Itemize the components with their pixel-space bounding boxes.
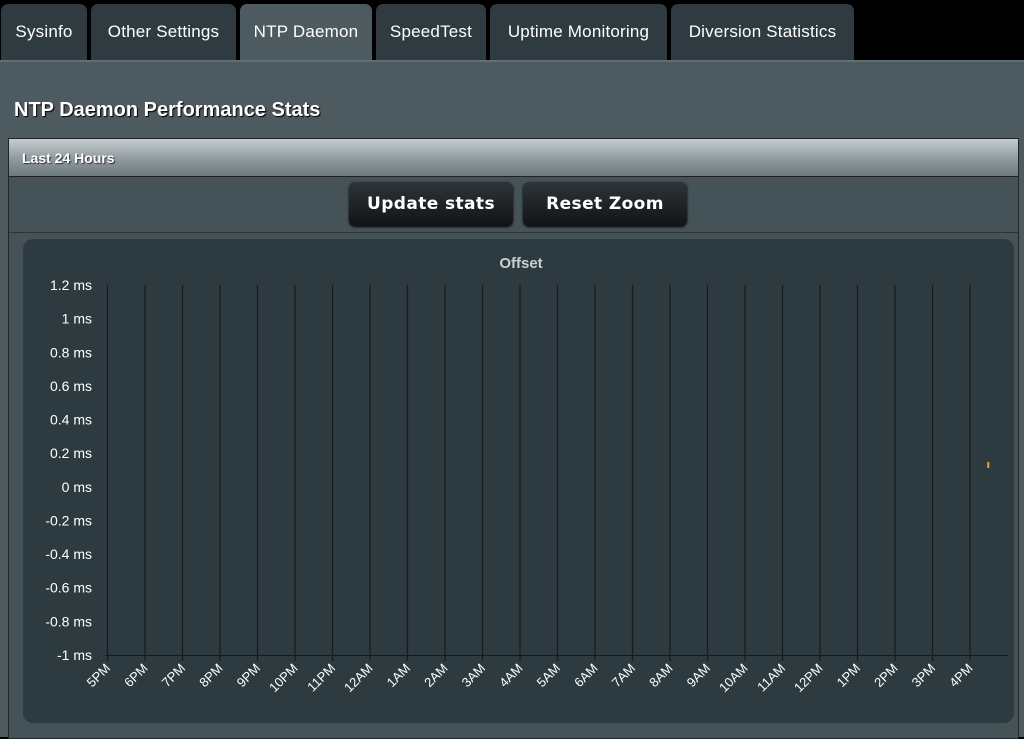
x-tick-label: 9AM <box>684 661 714 691</box>
y-tick-label: -0.2 ms <box>45 512 92 528</box>
x-tick-label: 12AM <box>341 661 376 696</box>
reset-zoom-button[interactable]: Reset Zoom <box>523 182 687 226</box>
y-tick-label: 0.6 ms <box>50 378 92 394</box>
y-tick-label: -0.4 ms <box>45 546 92 562</box>
page-title: NTP Daemon Performance Stats <box>14 99 321 121</box>
update-stats-button[interactable]: Update stats <box>349 182 513 226</box>
x-tick-label: 1AM <box>384 661 414 691</box>
x-tick-label: 11PM <box>304 661 338 695</box>
y-tick-label: 1.2 ms <box>50 277 92 293</box>
offset-chart[interactable]: Offset 1.2 ms 1 ms 0.8 ms 0.6 ms 0.4 ms 0.2 ms… <box>23 239 1014 723</box>
y-tick-label: -0.6 ms <box>45 580 92 596</box>
chart-title: Offset <box>499 255 542 272</box>
x-tick-label: 9PM <box>234 661 264 691</box>
x-tick-label: 10PM <box>266 661 301 696</box>
tab-other-settings[interactable]: Other Settings <box>91 4 236 60</box>
offset-chart-container[interactable]: Offset 1.2 ms 1 ms 0.8 ms 0.6 ms 0.4 ms 0.2 ms… <box>23 239 1014 723</box>
y-tick-label: -1 ms <box>57 647 92 663</box>
section-title: Last 24 Hours <box>22 150 115 166</box>
tab-uptime-monitoring[interactable]: Uptime Monitoring <box>490 4 667 60</box>
x-tick-label: 2AM <box>421 661 451 691</box>
y-tick-label: 0.2 ms <box>50 445 92 461</box>
y-tick-label: 0.8 ms <box>50 344 92 360</box>
y-tick-label: 1 ms <box>62 311 92 327</box>
x-tick-label: 7PM <box>159 661 189 691</box>
main-panel: NTP Daemon Performance Stats Last 24 Hou… <box>0 60 1024 739</box>
x-tick-label: 2PM <box>871 661 901 691</box>
stats-section: Last 24 Hours Update stats Reset Zoom Of… <box>8 138 1019 739</box>
section-header: Last 24 Hours <box>9 139 1018 177</box>
tab-bar: Sysinfo Other Settings NTP Daemon SpeedT… <box>0 0 1024 60</box>
tab-diversion-statistics[interactable]: Diversion Statistics <box>671 4 854 60</box>
x-tick-label: 5AM <box>534 661 564 691</box>
y-tick-label: 0 ms <box>62 479 92 495</box>
x-tick-label: 10AM <box>716 661 751 696</box>
tab-ntp-daemon[interactable]: NTP Daemon <box>240 4 372 60</box>
x-tick-label: 4AM <box>496 661 526 691</box>
x-tick-label: 3AM <box>459 661 489 691</box>
x-tick-label: 8AM <box>646 661 676 691</box>
x-tick-label: 3PM <box>909 661 939 691</box>
x-tick-label: 12PM <box>791 661 826 696</box>
x-tick-label: 5PM <box>84 661 114 691</box>
y-tick-label: -0.8 ms <box>45 613 92 629</box>
x-tick-label: 4PM <box>946 661 976 691</box>
tab-speedtest[interactable]: SpeedTest <box>376 4 486 60</box>
y-tick-label: 0.4 ms <box>50 412 92 428</box>
x-tick-label: 11AM <box>754 661 788 695</box>
tab-sysinfo[interactable]: Sysinfo <box>1 4 87 60</box>
x-tick-label: 1PM <box>834 661 864 691</box>
x-tick-label: 8PM <box>196 661 226 691</box>
offset-data-point <box>987 461 990 468</box>
x-tick-label: 6PM <box>121 661 151 691</box>
x-tick-label: 7AM <box>609 661 639 691</box>
button-row: Update stats Reset Zoom <box>9 177 1018 233</box>
x-tick-label: 6AM <box>571 661 601 691</box>
